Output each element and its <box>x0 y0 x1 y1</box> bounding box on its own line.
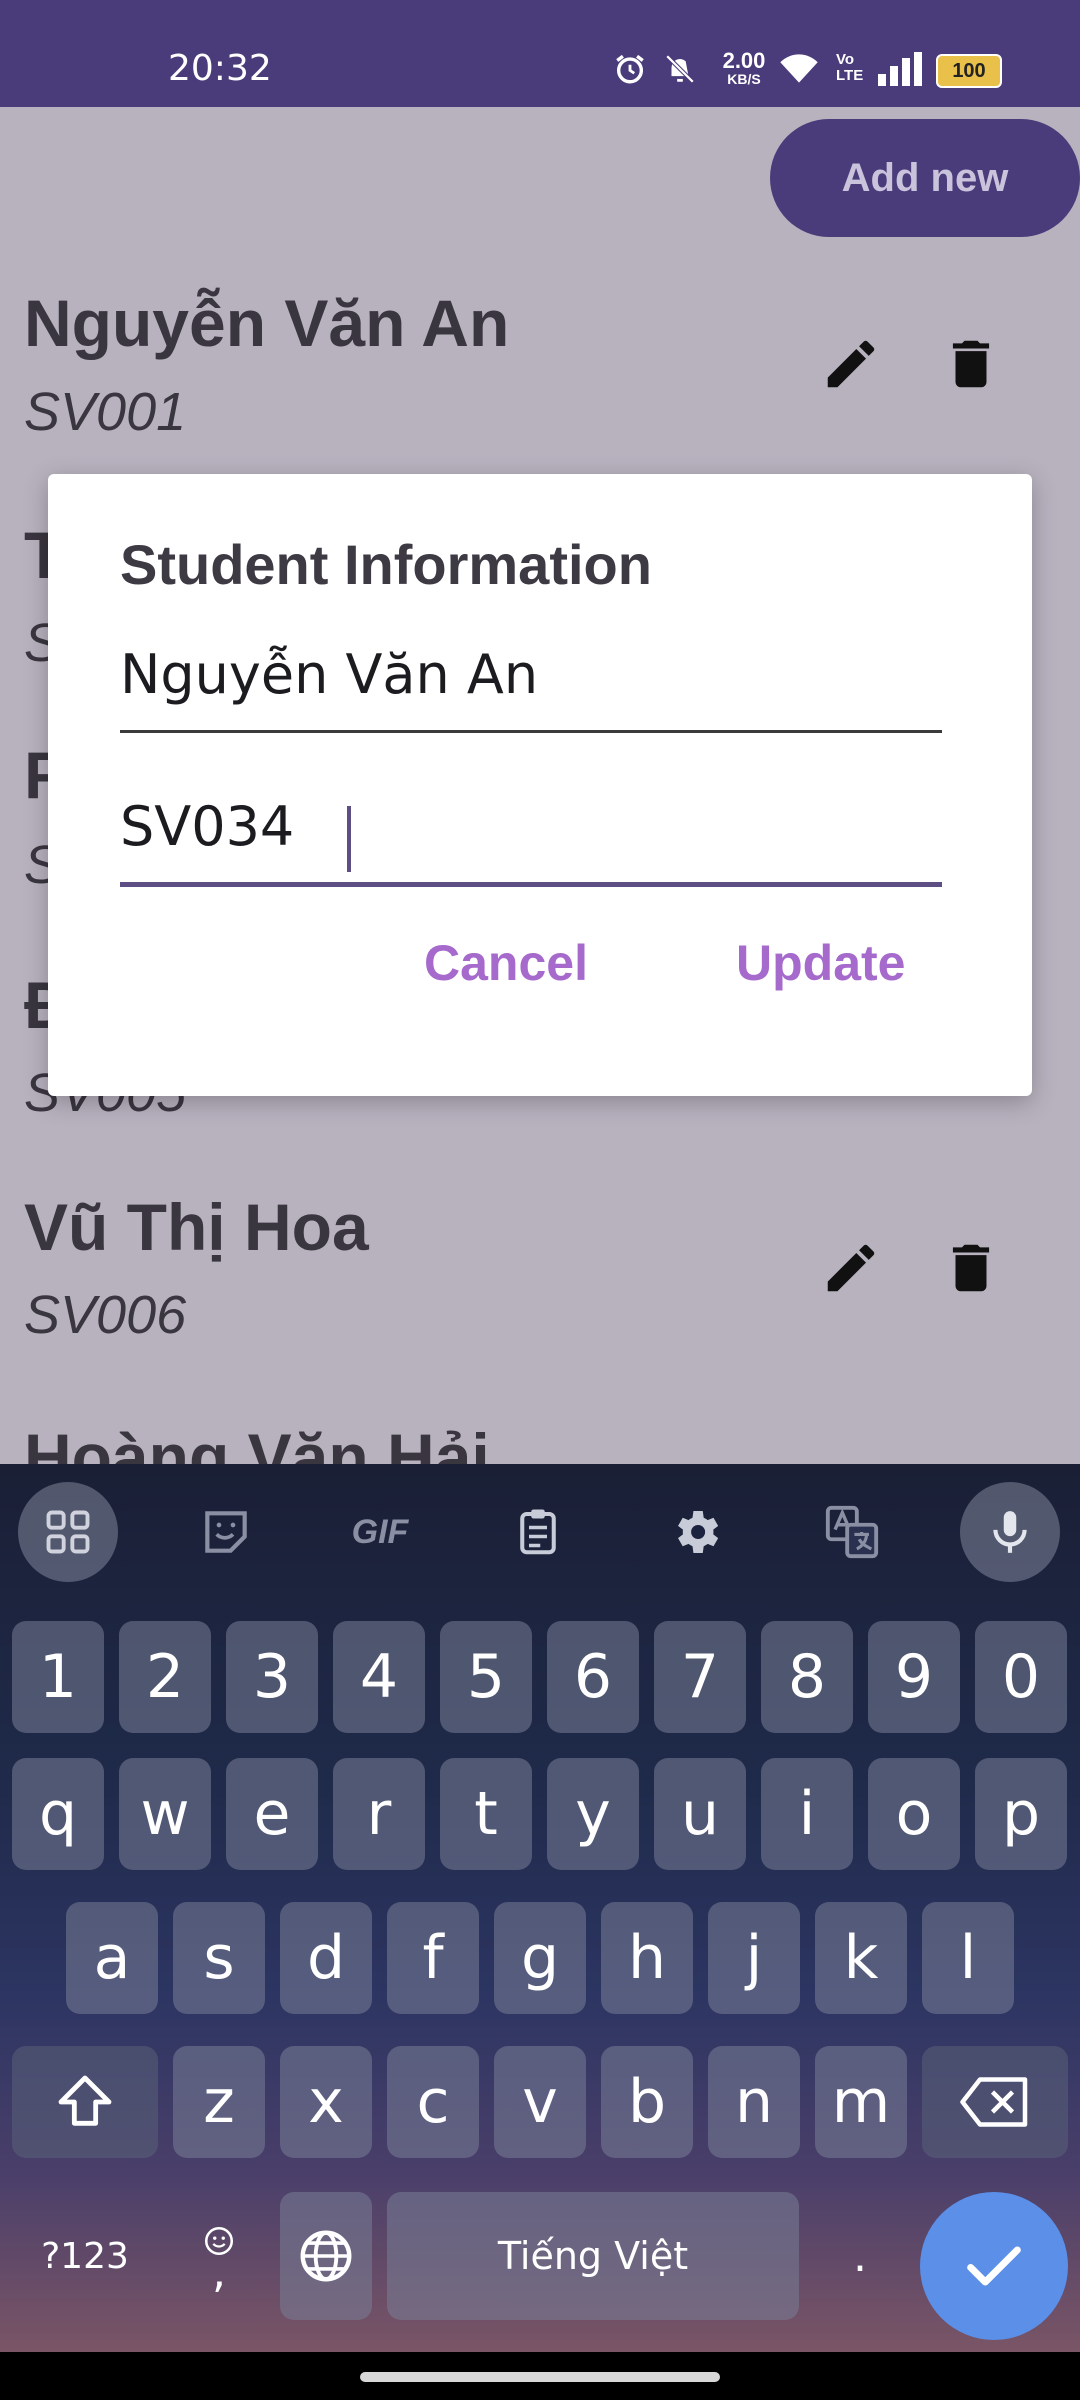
student-information-dialog: Student Information Cancel Update <box>48 474 1032 1096</box>
key-g[interactable]: g <box>494 1902 586 2014</box>
signal-icon <box>878 52 922 86</box>
key-t[interactable]: t <box>440 1758 532 1870</box>
edit-icon[interactable] <box>820 333 882 395</box>
comma-label: , <box>212 2247 226 2298</box>
student-id: SV006 <box>24 1285 187 1345</box>
voice-input-button[interactable] <box>960 1482 1060 1582</box>
add-new-button[interactable]: Add new <box>770 119 1080 237</box>
status-bar: 20:32 2.00 KB/S Vo LTE 100 <box>0 0 1080 107</box>
key-x[interactable]: x <box>280 2046 372 2158</box>
key-1[interactable]: 1 <box>12 1621 104 1733</box>
translate-button[interactable] <box>802 1482 902 1582</box>
settings-button[interactable] <box>646 1482 746 1582</box>
apps-grid-icon <box>46 1510 90 1554</box>
key-q[interactable]: q <box>12 1758 104 1870</box>
backspace-icon <box>960 2077 1028 2127</box>
key-r[interactable]: r <box>333 1758 425 1870</box>
wifi-icon <box>780 54 818 83</box>
update-button[interactable]: Update <box>736 934 905 992</box>
status-time: 20:32 <box>168 48 272 89</box>
key-7[interactable]: 7 <box>654 1621 746 1733</box>
edit-icon[interactable] <box>820 1237 882 1299</box>
key-3[interactable]: 3 <box>226 1621 318 1733</box>
student-name-field[interactable] <box>120 634 942 733</box>
key-b[interactable]: b <box>601 2046 693 2158</box>
key-y[interactable]: y <box>547 1758 639 1870</box>
symbols-key[interactable]: ?123 <box>12 2192 158 2320</box>
sticker-button[interactable] <box>176 1482 276 1582</box>
student-name: Nguyễn Văn An <box>24 286 510 360</box>
backspace-key[interactable] <box>922 2046 1068 2158</box>
volte-label: Vo LTE <box>836 51 864 84</box>
apps-grid-button[interactable] <box>18 1482 118 1582</box>
key-j[interactable]: j <box>708 1902 800 2014</box>
key-k[interactable]: k <box>815 1902 907 2014</box>
checkmark-icon <box>967 2246 1021 2286</box>
student-name-input[interactable] <box>120 634 942 714</box>
delete-icon[interactable] <box>940 1237 1002 1299</box>
period-key[interactable]: . <box>814 2192 906 2320</box>
key-v[interactable]: v <box>494 2046 586 2158</box>
key-2[interactable]: 2 <box>119 1621 211 1733</box>
key-w[interactable]: w <box>119 1758 211 1870</box>
language-key[interactable] <box>280 2192 372 2320</box>
key-9[interactable]: 9 <box>868 1621 960 1733</box>
key-i[interactable]: i <box>761 1758 853 1870</box>
key-5[interactable]: 5 <box>440 1621 532 1733</box>
mute-icon <box>665 54 695 84</box>
shift-icon <box>58 2075 112 2126</box>
sticker-icon <box>205 1511 247 1553</box>
translate-icon <box>825 1505 879 1559</box>
soft-keyboard: GIF 1 2 3 4 5 6 7 8 9 0 q w e r t y u i … <box>0 1464 1080 2352</box>
key-h[interactable]: h <box>601 1902 693 2014</box>
student-id-input[interactable] <box>120 786 942 866</box>
key-p[interactable]: p <box>975 1758 1067 1870</box>
cancel-button[interactable]: Cancel <box>424 934 588 992</box>
key-4[interactable]: 4 <box>333 1621 425 1733</box>
key-e[interactable]: e <box>226 1758 318 1870</box>
key-l[interactable]: l <box>922 1902 1014 2014</box>
key-f[interactable]: f <box>387 1902 479 2014</box>
key-0[interactable]: 0 <box>975 1621 1067 1733</box>
network-speed: 2.00 KB/S <box>714 48 774 87</box>
student-id-field[interactable] <box>120 786 942 887</box>
key-8[interactable]: 8 <box>761 1621 853 1733</box>
globe-icon <box>300 2230 352 2282</box>
key-n[interactable]: n <box>708 2046 800 2158</box>
space-key[interactable]: Tiếng Việt <box>387 2192 799 2320</box>
key-m[interactable]: m <box>815 2046 907 2158</box>
student-id: SV001 <box>24 382 187 442</box>
network-speed-unit: KB/S <box>727 71 761 87</box>
key-o[interactable]: o <box>868 1758 960 1870</box>
clipboard-icon <box>520 1509 556 1555</box>
key-c[interactable]: c <box>387 2046 479 2158</box>
navigation-bar <box>0 2352 1080 2400</box>
student-name: Vũ Thị Hoa <box>24 1190 369 1264</box>
settings-icon <box>678 1511 719 1553</box>
key-6[interactable]: 6 <box>547 1621 639 1733</box>
student-name: Hoàng Văn Hải <box>24 1420 490 1464</box>
dialog-title: Student Information <box>120 533 652 596</box>
gif-button[interactable]: GIF <box>330 1482 430 1582</box>
home-gesture-handle[interactable] <box>360 2372 720 2382</box>
text-cursor <box>347 806 351 872</box>
key-a[interactable]: a <box>66 1902 158 2014</box>
clipboard-button[interactable] <box>488 1482 588 1582</box>
enter-key[interactable] <box>920 2192 1068 2340</box>
mic-icon <box>993 1511 1027 1553</box>
alarm-icon <box>616 54 644 84</box>
key-z[interactable]: z <box>173 2046 265 2158</box>
key-d[interactable]: d <box>280 1902 372 2014</box>
delete-icon[interactable] <box>940 333 1002 395</box>
comma-key[interactable]: , <box>173 2192 265 2320</box>
key-u[interactable]: u <box>654 1758 746 1870</box>
battery-icon: 100 <box>936 54 1002 88</box>
key-s[interactable]: s <box>173 1902 265 2014</box>
shift-key[interactable] <box>12 2046 158 2158</box>
network-speed-value: 2.00 <box>722 48 766 73</box>
